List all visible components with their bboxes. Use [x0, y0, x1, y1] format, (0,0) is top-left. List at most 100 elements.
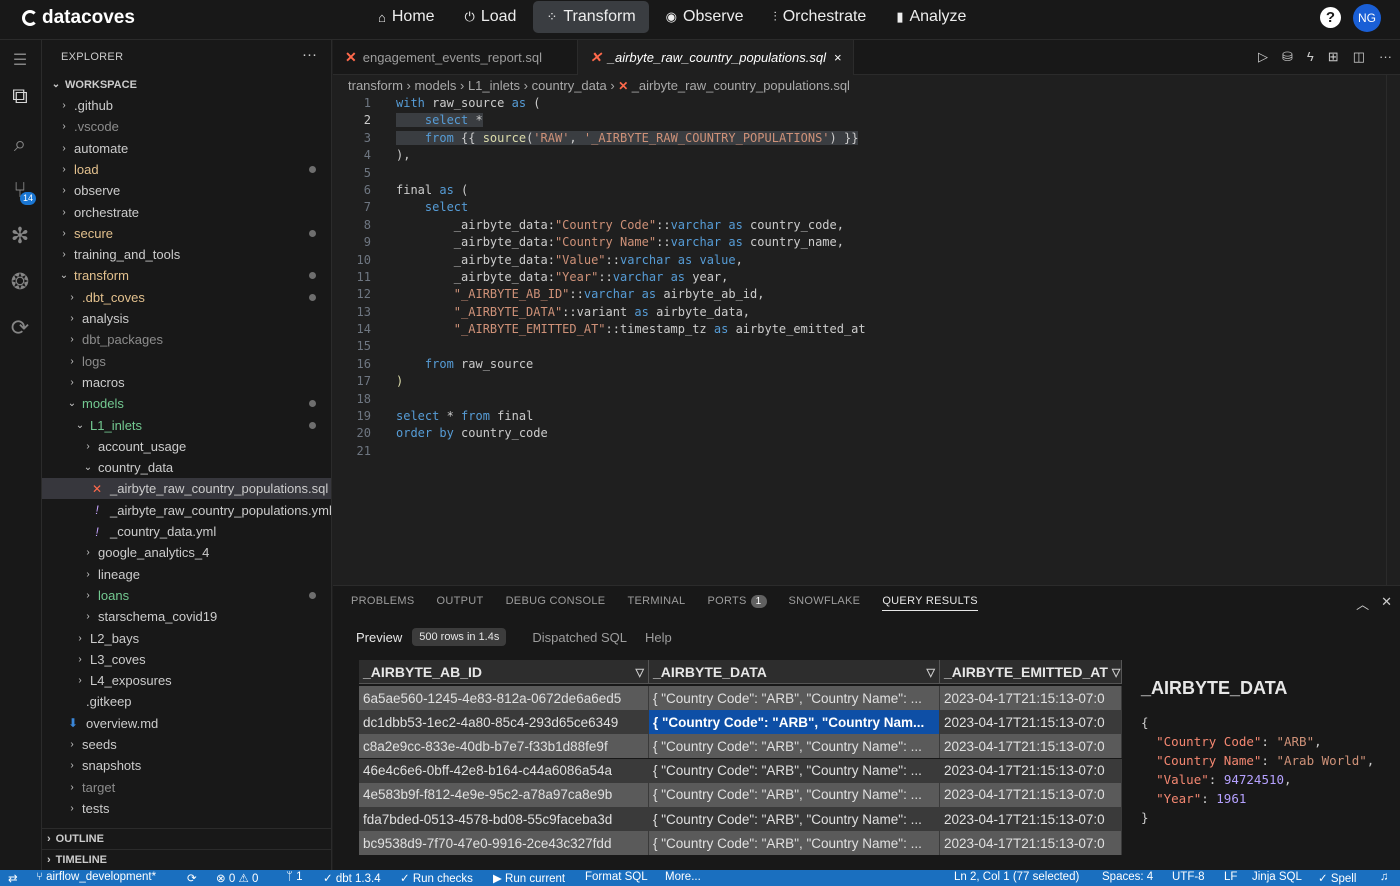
- menu-icon[interactable]: ☰: [6, 46, 34, 74]
- panel-tab-output[interactable]: OUTPUT: [437, 595, 484, 611]
- nav-tab-analyze[interactable]: ▮ Analyze: [883, 1, 979, 33]
- panel-tab-debug-console[interactable]: DEBUG CONSOLE: [506, 595, 606, 611]
- tree-item[interactable]: ! _airbyte_raw_country_populations.yml: [42, 500, 331, 521]
- filter-icon[interactable]: ▽: [636, 666, 644, 679]
- column-header[interactable]: _AIRBYTE_AB_ID ▽: [359, 660, 649, 684]
- table-cell[interactable]: { "Country Code": "ARB", "Country Name":…: [649, 758, 940, 783]
- tree-item[interactable]: › .github: [42, 95, 331, 116]
- table-row[interactable]: c8a2e9cc-833e-40db-b7e7-f33b1d88fe9f{ "C…: [359, 734, 1122, 759]
- tree-item[interactable]: › L4_exposures: [42, 670, 331, 691]
- tree-item[interactable]: › .dbt_coves: [42, 287, 331, 308]
- sync-status-icon[interactable]: ⟳: [187, 871, 197, 885]
- snowflake-icon[interactable]: ✻: [6, 222, 34, 250]
- breadcrumb-item[interactable]: country_data: [532, 78, 607, 93]
- tree-item[interactable]: › logs: [42, 351, 331, 372]
- table-cell[interactable]: 2023-04-17T21:15:13-07:0: [940, 807, 1122, 831]
- breadcrumb-item[interactable]: L1_inlets: [468, 78, 520, 93]
- tree-item[interactable]: › google_analytics_4: [42, 542, 331, 563]
- tree-item[interactable]: › L2_bays: [42, 628, 331, 649]
- tree-item[interactable]: › training_and_tools: [42, 244, 331, 265]
- nav-tab-observe[interactable]: ◉ Observe: [653, 1, 757, 33]
- search-icon[interactable]: ⌕: [6, 130, 34, 158]
- subtab-help[interactable]: Help: [645, 630, 672, 645]
- tree-item[interactable]: ⌄ transform: [42, 265, 331, 286]
- code-lines[interactable]: 1 with raw_source as (2 select * 3 from {{…: [333, 95, 1373, 460]
- source-control-icon[interactable]: ⑂ 14: [6, 176, 37, 205]
- table-cell[interactable]: 46e4c6e6-0bff-42e8-b164-c44a6086a54a: [359, 758, 649, 783]
- tree-item[interactable]: .gitkeep: [42, 691, 331, 712]
- table-cell[interactable]: 4e583b9f-f812-4e9e-95c2-a78a97ca8e9b: [359, 782, 649, 807]
- table-row[interactable]: bc9538d9-7f70-47e0-9916-2ce43c327fdd{ "C…: [359, 831, 1122, 855]
- table-cell[interactable]: { "Country Code": "ARB", "Country Nam...: [649, 710, 940, 735]
- panel-tab-query-results[interactable]: QUERY RESULTS: [882, 595, 978, 611]
- tree-item[interactable]: ✕ _airbyte_raw_country_populations.sql: [42, 478, 331, 500]
- table-cell[interactable]: c8a2e9cc-833e-40db-b7e7-f33b1d88fe9f: [359, 734, 649, 759]
- maximize-panel-icon[interactable]: ︿: [1356, 594, 1369, 613]
- panel-tab-terminal[interactable]: TERMINAL: [627, 595, 685, 611]
- tree-item[interactable]: › snapshots: [42, 755, 331, 776]
- tree-item[interactable]: › target: [42, 777, 331, 798]
- outline-section[interactable]: › OUTLINE: [42, 828, 331, 849]
- table-cell[interactable]: dc1dbb53-1ec2-4a80-85c4-293d65ce6349: [359, 710, 649, 735]
- tree-item[interactable]: › orchestrate: [42, 202, 331, 223]
- panel-tab-ports[interactable]: PORTS 1: [707, 595, 767, 611]
- ports-item[interactable]: ᛘ 1: [286, 871, 303, 883]
- breadcrumb-item[interactable]: transform: [348, 78, 403, 93]
- notifications-icon[interactable]: ♫: [1380, 871, 1389, 883]
- datacoves-logo[interactable]: datacoves: [22, 7, 135, 29]
- column-header[interactable]: _AIRBYTE_EMITTED_AT ▽: [940, 660, 1122, 684]
- problems-item[interactable]: ⊗ 0 ⚠ 0: [216, 871, 258, 885]
- encoding-item[interactable]: UTF-8: [1172, 871, 1205, 883]
- cursor-position[interactable]: Ln 2, Col 1 (77 selected): [954, 871, 1079, 883]
- more-actions-icon[interactable]: ···: [302, 46, 317, 63]
- tree-item[interactable]: ⌄ models: [42, 393, 331, 414]
- table-cell[interactable]: 2023-04-17T21:15:13-07:0: [940, 831, 1122, 855]
- compare-icon[interactable]: ⊞: [1328, 49, 1339, 65]
- nav-tab-orchestrate[interactable]: ⫶ Orchestrate: [760, 1, 879, 33]
- table-cell[interactable]: 2023-04-17T21:15:13-07:0: [940, 686, 1122, 710]
- avatar[interactable]: NG: [1353, 4, 1381, 32]
- filter-icon[interactable]: ▽: [927, 666, 935, 679]
- run-icon[interactable]: ▷: [1258, 49, 1268, 65]
- tree-item[interactable]: › observe: [42, 180, 331, 201]
- panel-tab-problems[interactable]: PROBLEMS: [351, 595, 415, 611]
- tree-item[interactable]: › starschema_covid19: [42, 606, 331, 627]
- nav-tab-transform[interactable]: ⁘ Transform: [533, 1, 649, 33]
- table-cell[interactable]: { "Country Code": "ARB", "Country Name":…: [649, 807, 940, 831]
- table-cell[interactable]: 2023-04-17T21:15:13-07:0: [940, 710, 1122, 735]
- table-cell[interactable]: { "Country Code": "ARB", "Country Name":…: [649, 831, 940, 855]
- panel-tab-snowflake[interactable]: SNOWFLAKE: [789, 595, 861, 611]
- table-cell[interactable]: 2023-04-17T21:15:13-07:0: [940, 734, 1122, 759]
- branch-item[interactable]: ⑂ airflow_development*: [36, 871, 156, 883]
- table-cell[interactable]: { "Country Code": "ARB", "Country Name":…: [649, 686, 940, 710]
- table-cell[interactable]: fda7bded-0513-4578-bd08-55c9faceba3d: [359, 807, 649, 831]
- more-icon[interactable]: ···: [1379, 49, 1392, 65]
- workspace-root[interactable]: ⌄ WORKSPACE: [42, 74, 331, 95]
- tree-item[interactable]: ⌄ L1_inlets: [42, 415, 331, 436]
- more-button[interactable]: More...: [665, 871, 701, 883]
- eol-item[interactable]: LF: [1224, 871, 1237, 883]
- tab-engagement-events-report[interactable]: ✕ engagement_events_report.sql: [333, 40, 578, 75]
- subtab-preview[interactable]: Preview: [356, 630, 402, 645]
- tree-item[interactable]: ⬇ overview.md: [42, 713, 331, 734]
- tree-item[interactable]: › load: [42, 159, 331, 180]
- tree-item[interactable]: › analysis: [42, 308, 331, 329]
- language-mode-item[interactable]: Jinja SQL: [1252, 871, 1302, 883]
- tree-item[interactable]: › dbt_packages: [42, 329, 331, 350]
- nav-tab-load[interactable]: ⏻ Load: [452, 1, 530, 33]
- help-icon[interactable]: ?: [1320, 7, 1341, 28]
- tree-item[interactable]: › .vscode: [42, 116, 331, 137]
- tab-airbyte-raw-country-populations[interactable]: ✕ _airbyte_raw_country_populations.sql ×: [578, 40, 854, 75]
- table-row[interactable]: dc1dbb53-1ec2-4a80-85c4-293d65ce6349{ "C…: [359, 710, 1122, 735]
- indentation-item[interactable]: Spaces: 4: [1102, 871, 1153, 883]
- table-row[interactable]: 4e583b9f-f812-4e9e-95c2-a78a97ca8e9b{ "C…: [359, 782, 1122, 807]
- openai-icon[interactable]: ❂: [6, 268, 34, 296]
- tree-item[interactable]: › L3_coves: [42, 649, 331, 670]
- tree-item[interactable]: › macros: [42, 372, 331, 393]
- table-cell[interactable]: { "Country Code": "ARB", "Country Name":…: [649, 734, 940, 759]
- tree-item[interactable]: › lineage: [42, 564, 331, 585]
- breadcrumb-item[interactable]: models: [414, 78, 456, 93]
- tree-item[interactable]: › seeds: [42, 734, 331, 755]
- lightning-icon[interactable]: ϟ: [1307, 49, 1314, 65]
- breadcrumb-item[interactable]: _airbyte_raw_country_populations.sql: [632, 78, 850, 93]
